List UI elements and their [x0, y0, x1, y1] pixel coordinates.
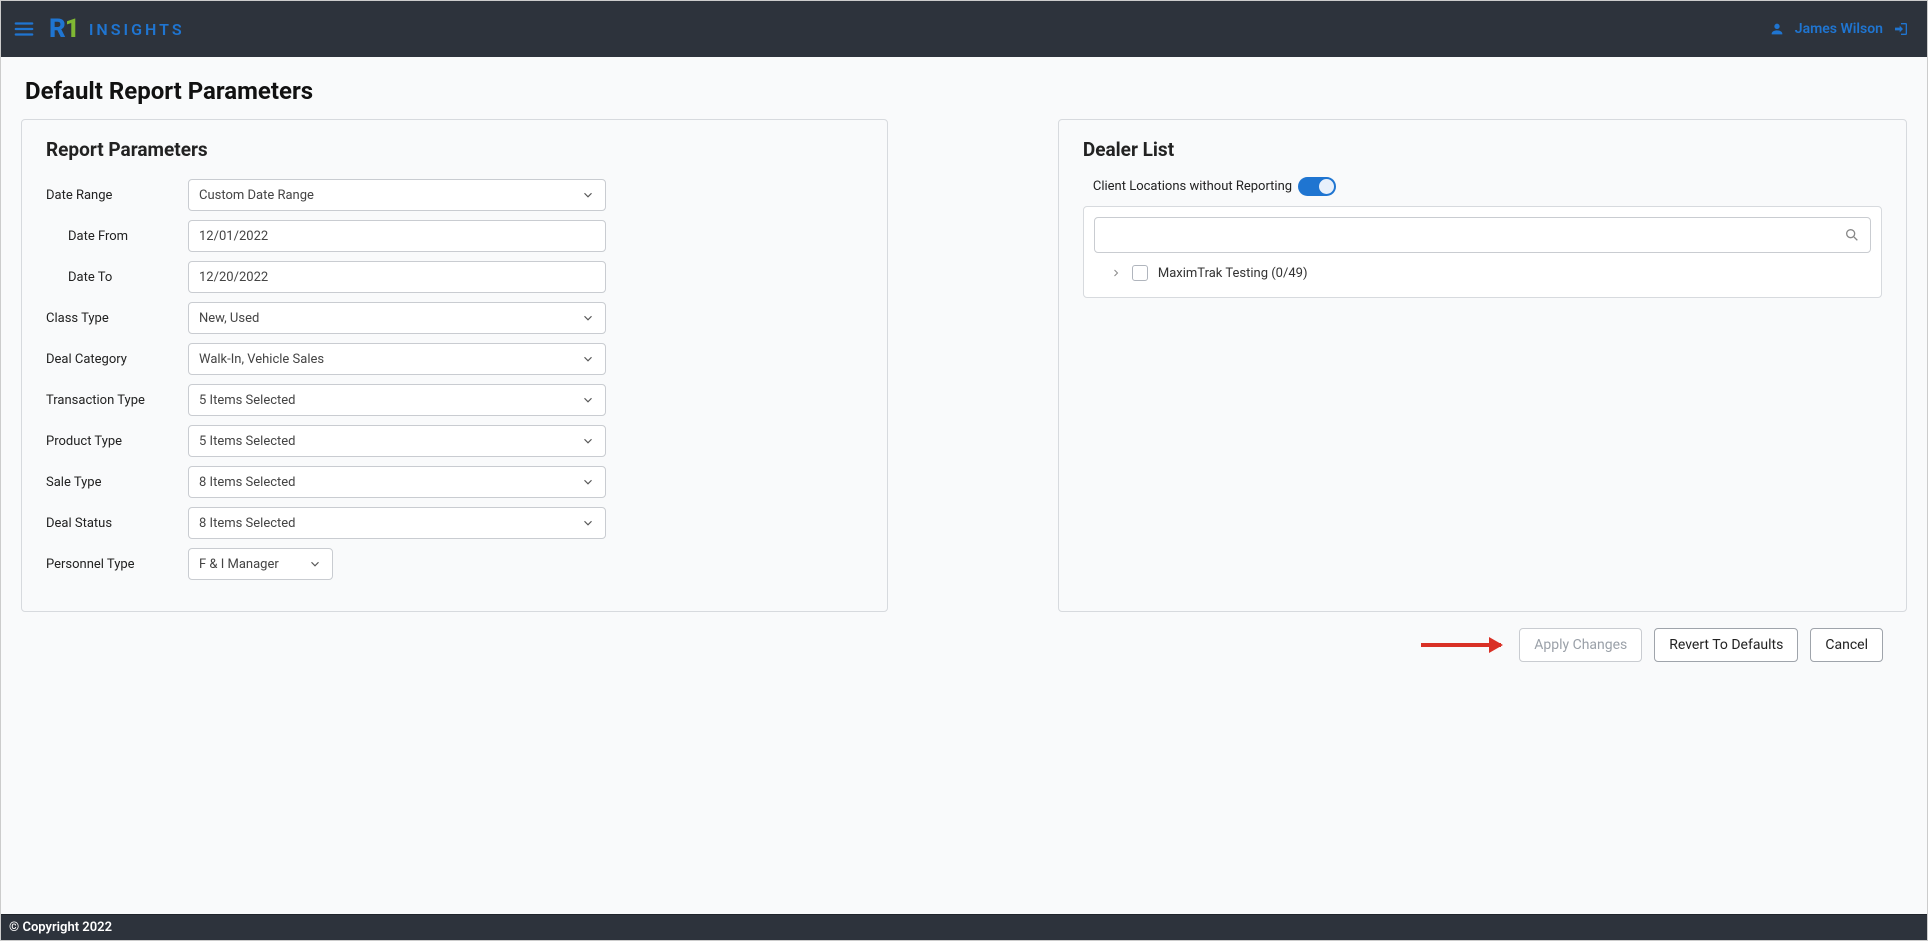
topbar: R1 INSIGHTS James Wilson: [1, 1, 1927, 57]
apply-changes-button[interactable]: Apply Changes: [1519, 628, 1642, 662]
product-type-select[interactable]: 5 Items Selected: [188, 425, 606, 457]
chevron-right-icon: [1110, 267, 1122, 279]
user-icon: [1769, 21, 1785, 37]
chevron-down-icon: [581, 352, 595, 366]
client-locations-toggle[interactable]: [1298, 177, 1336, 196]
label-sale-type: Sale Type: [46, 475, 188, 490]
deal-status-value: 8 Items Selected: [199, 516, 296, 531]
logo-mark: R1: [49, 16, 79, 42]
product-type-value: 5 Items Selected: [199, 434, 296, 449]
chevron-down-icon: [581, 188, 595, 202]
dealer-list-box: MaximTrak Testing (0/49): [1083, 206, 1882, 298]
footer: © Copyright 2022: [1, 914, 1927, 940]
chevron-down-icon: [581, 475, 595, 489]
revert-label: Revert To Defaults: [1669, 637, 1783, 653]
annotation-arrow: [1421, 643, 1501, 647]
sale-type-value: 8 Items Selected: [199, 475, 296, 490]
class-type-value: New, Used: [199, 311, 259, 326]
chevron-down-icon: [581, 393, 595, 407]
report-parameters-title: Report Parameters: [46, 138, 863, 161]
date-from-input[interactable]: 12/01/2022: [188, 220, 606, 252]
dealer-toggle-label: Client Locations without Reporting: [1093, 179, 1292, 194]
chevron-down-icon: [581, 516, 595, 530]
dealer-tree-label: MaximTrak Testing (0/49): [1158, 266, 1308, 281]
date-to-value: 12/20/2022: [199, 270, 268, 285]
chevron-down-icon: [581, 311, 595, 325]
label-date-from: Date From: [46, 229, 188, 244]
topbar-left: R1 INSIGHTS: [13, 16, 185, 42]
menu-icon[interactable]: [13, 18, 35, 40]
page-title: Default Report Parameters: [25, 77, 1903, 105]
label-date-to: Date To: [46, 270, 188, 285]
brand-logo[interactable]: R1 INSIGHTS: [49, 16, 185, 42]
label-product-type: Product Type: [46, 434, 188, 449]
action-row: Apply Changes Revert To Defaults Cancel: [21, 612, 1907, 662]
copyright-text: © Copyright 2022: [9, 920, 112, 935]
apply-changes-label: Apply Changes: [1534, 637, 1627, 653]
date-from-value: 12/01/2022: [199, 229, 268, 244]
date-range-value: Custom Date Range: [199, 188, 314, 203]
dealer-toggle-row: Client Locations without Reporting: [1093, 177, 1882, 196]
search-icon: [1844, 227, 1860, 243]
user-name: James Wilson: [1795, 21, 1883, 37]
sale-type-select[interactable]: 8 Items Selected: [188, 466, 606, 498]
label-date-range: Date Range: [46, 188, 188, 203]
label-deal-status: Deal Status: [46, 516, 188, 531]
transaction-type-select[interactable]: 5 Items Selected: [188, 384, 606, 416]
date-to-input[interactable]: 12/20/2022: [188, 261, 606, 293]
deal-category-select[interactable]: Walk-In, Vehicle Sales: [188, 343, 606, 375]
transaction-type-value: 5 Items Selected: [199, 393, 296, 408]
dealer-search-input[interactable]: [1094, 217, 1871, 253]
label-class-type: Class Type: [46, 311, 188, 326]
personnel-type-value: F & I Manager: [199, 557, 279, 572]
dealer-list-title: Dealer List: [1083, 138, 1882, 161]
chevron-down-icon: [581, 434, 595, 448]
personnel-type-select[interactable]: F & I Manager: [188, 548, 333, 580]
class-type-select[interactable]: New, Used: [188, 302, 606, 334]
report-parameters-panel: Report Parameters Date Range Custom Date…: [21, 119, 888, 612]
brand-text: INSIGHTS: [89, 20, 185, 39]
cancel-button[interactable]: Cancel: [1810, 628, 1883, 662]
chevron-down-icon: [308, 557, 322, 571]
dealer-tree-row[interactable]: MaximTrak Testing (0/49): [1084, 257, 1881, 297]
date-range-select[interactable]: Custom Date Range: [188, 179, 606, 211]
logout-icon[interactable]: [1893, 21, 1909, 37]
cancel-label: Cancel: [1825, 637, 1868, 653]
dealer-checkbox[interactable]: [1132, 265, 1148, 281]
deal-status-select[interactable]: 8 Items Selected: [188, 507, 606, 539]
deal-category-value: Walk-In, Vehicle Sales: [199, 352, 324, 367]
revert-to-defaults-button[interactable]: Revert To Defaults: [1654, 628, 1798, 662]
label-personnel-type: Personnel Type: [46, 557, 188, 572]
user-menu[interactable]: James Wilson: [1769, 21, 1909, 37]
label-deal-category: Deal Category: [46, 352, 188, 367]
label-transaction-type: Transaction Type: [46, 393, 188, 408]
dealer-list-panel: Dealer List Client Locations without Rep…: [1058, 119, 1907, 612]
